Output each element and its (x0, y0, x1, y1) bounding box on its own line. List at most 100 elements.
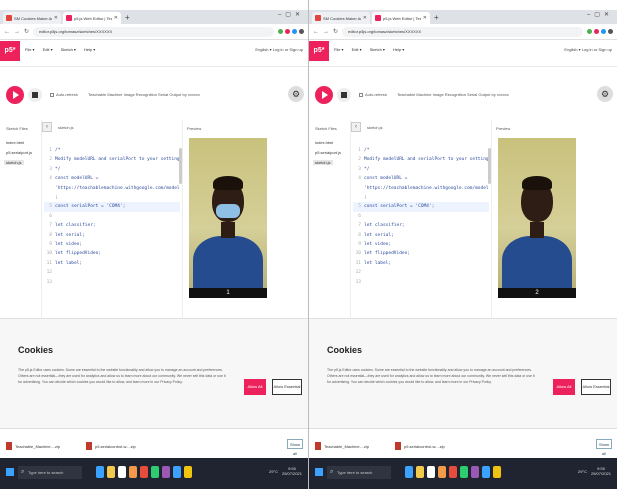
code-line[interactable]: 'https://teachablemachine.withgoogle.com… (353, 184, 489, 193)
taskbar-app-icon[interactable] (184, 466, 192, 478)
code-line[interactable]: 8 let serial; (44, 231, 180, 240)
taskbar-app-icon[interactable] (482, 466, 490, 478)
menu-help[interactable]: Help ▾ (84, 47, 95, 52)
p5-logo[interactable]: p5* (309, 41, 329, 61)
code-line[interactable]: 11 let label; (44, 259, 180, 268)
taskbar-app-icon[interactable] (471, 466, 479, 478)
browser-tab[interactable]: SM Cookies Maker Arrangement ✕ (3, 12, 61, 24)
code-line[interactable]: 12 (44, 268, 180, 277)
extension-icon[interactable] (594, 29, 599, 34)
taskbar-search[interactable]: Type here to search (18, 466, 82, 479)
close-icon[interactable]: ✕ (114, 15, 118, 21)
forward-icon[interactable]: → (323, 29, 329, 35)
collapse-icon[interactable]: ‹ (351, 122, 361, 132)
code-line[interactable]: 6 (353, 212, 489, 221)
code-line[interactable]: 1/* (353, 146, 489, 155)
taskbar-app-icon[interactable] (438, 466, 446, 478)
taskbar-app-icon[interactable] (118, 466, 126, 478)
clock[interactable]: 9:55 25/07/2021 (282, 466, 302, 476)
extension-icons[interactable] (278, 29, 304, 34)
back-icon[interactable]: ← (313, 29, 319, 35)
taskbar-app-icon[interactable] (416, 466, 424, 478)
file-item-selected[interactable]: sketch.js (313, 160, 333, 165)
close-icon[interactable]: ✕ (363, 15, 367, 21)
taskbar-app-icon[interactable] (151, 466, 159, 478)
file-item[interactable]: index.html (6, 140, 24, 145)
taskbar-app-icon[interactable] (96, 466, 104, 478)
code-line[interactable]: 8 let serial; (353, 231, 489, 240)
taskbar-app-icon[interactable] (107, 466, 115, 478)
menu-sketch[interactable]: Sketch ▾ (370, 47, 385, 52)
code-line[interactable]: 13 (44, 278, 180, 287)
allow-all-button[interactable]: Allow All (244, 379, 266, 395)
code-line[interactable]: 'https://teachablemachine.withgoogle.com… (44, 184, 180, 193)
show-all-button[interactable]: Show all (287, 439, 303, 456)
play-button[interactable] (315, 86, 333, 104)
code-line[interactable]: 13 (353, 278, 489, 287)
reload-icon[interactable]: ↻ (333, 28, 338, 35)
code-lines[interactable]: 1/* 2 Modify modelURL and serialPort to yo… (44, 146, 180, 287)
code-line[interactable]: 10 let flippedVideo; (353, 249, 489, 258)
auth-links[interactable]: English ▾ Log in or Sign up (255, 47, 303, 52)
file-item[interactable]: p5.serialport.js (315, 150, 341, 155)
url-field[interactable]: editor.p5js.org/tomasz/sketches/XXXXXX (342, 26, 583, 37)
code-line[interactable]: ; (353, 193, 489, 202)
sketch-name[interactable]: Teachable Machine Image Recognition Seri… (397, 92, 509, 97)
code-line[interactable]: 7 let classifier; (44, 221, 180, 230)
taskbar-app-icon[interactable] (140, 466, 148, 478)
code-line[interactable]: 6 (44, 212, 180, 221)
code-line[interactable]: 1/* (44, 146, 180, 155)
stop-button[interactable] (28, 88, 42, 102)
code-line[interactable]: 2 Modify modelURL and serialPort to your … (44, 155, 180, 164)
show-all-button[interactable]: Show all (596, 439, 612, 456)
stop-button[interactable] (337, 88, 351, 102)
code-line[interactable]: 5 const serialPort = 'COM4'; (353, 202, 489, 212)
code-editor[interactable]: ‹ sketch.js 1/* 2 Modify modelURL and seri… (351, 120, 491, 320)
code-lines[interactable]: 1/* 2 Modify modelURL and serialPort to yo… (353, 146, 489, 287)
taskbar-search[interactable]: Type here to search (327, 466, 391, 479)
allow-essential-button[interactable]: Allow Essential (581, 379, 611, 395)
menu-icon[interactable] (299, 29, 304, 34)
new-tab-icon[interactable]: + (434, 12, 439, 24)
taskbar-app-icon[interactable] (173, 466, 181, 478)
back-icon[interactable]: ← (4, 29, 10, 35)
download-item[interactable]: Teachable_Machine....zip (6, 442, 60, 450)
window-controls[interactable]: –▢✕ (587, 11, 613, 18)
auto-refresh-toggle[interactable]: Auto-refresh (50, 92, 78, 97)
menu-help[interactable]: Help ▾ (393, 47, 404, 52)
taskbar-app-icon[interactable] (427, 466, 435, 478)
code-line[interactable]: 7 let classifier; (353, 221, 489, 230)
code-line[interactable]: 9 let video; (44, 240, 180, 249)
code-line[interactable]: 4 const modelURL = (353, 174, 489, 183)
menu-icon[interactable] (608, 29, 613, 34)
menu-file[interactable]: File ▾ (334, 47, 344, 52)
weather-text[interactable]: 29°C (578, 469, 587, 474)
collapse-icon[interactable]: ‹ (42, 122, 52, 132)
menu-edit[interactable]: Edit ▾ (43, 47, 53, 52)
code-line[interactable]: ; (44, 193, 180, 202)
auto-refresh-toggle[interactable]: Auto-refresh (359, 92, 387, 97)
browser-tab[interactable]: SM Cookies Maker Arrangement ✕ (312, 12, 370, 24)
gear-icon[interactable]: ⚙ (288, 86, 304, 102)
menu-sketch[interactable]: Sketch ▾ (61, 47, 76, 52)
code-line[interactable]: 2 Modify modelURL and serialPort to your … (353, 155, 489, 164)
code-line[interactable]: 11 let label; (353, 259, 489, 268)
p5-logo[interactable]: p5* (0, 41, 20, 61)
browser-tab-active[interactable]: p5.js Web Editor | Teachable ✕ (372, 12, 430, 24)
extension-icon[interactable] (285, 29, 290, 34)
checkbox[interactable] (359, 92, 363, 97)
windows-start-icon[interactable] (6, 468, 14, 476)
reload-icon[interactable]: ↻ (24, 28, 29, 35)
download-item[interactable]: Teachable_Machine....zip (315, 442, 369, 450)
code-line[interactable]: 4 const modelURL = (44, 174, 180, 183)
taskbar-app-icon[interactable] (493, 466, 501, 478)
file-item[interactable]: p5.serialport.js (6, 150, 32, 155)
code-line[interactable]: 5 const serialPort = 'COM4'; (44, 202, 180, 212)
extension-icons[interactable] (587, 29, 613, 34)
code-line[interactable]: 12 (353, 268, 489, 277)
taskbar-app-icon[interactable] (460, 466, 468, 478)
forward-icon[interactable]: → (14, 29, 20, 35)
url-field[interactable]: editor.p5js.org/tomasz/sketches/XXXXXX (33, 26, 274, 37)
allow-all-button[interactable]: Allow All (553, 379, 575, 395)
new-tab-icon[interactable]: + (125, 12, 130, 24)
